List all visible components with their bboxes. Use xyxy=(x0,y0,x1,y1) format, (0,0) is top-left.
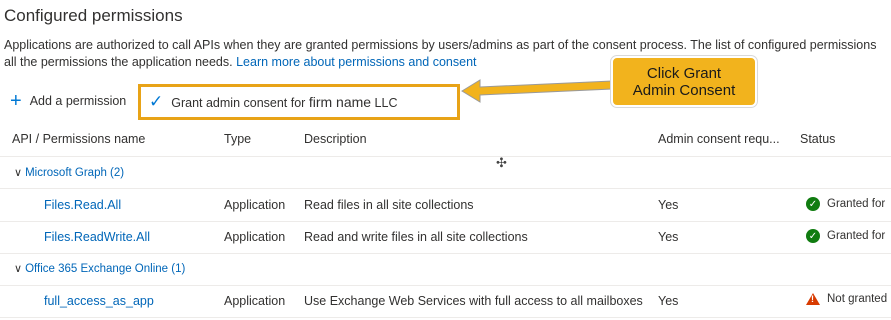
add-permission-label: Add a permission xyxy=(29,94,127,108)
permission-link[interactable]: Files.Read.All xyxy=(44,198,121,212)
group-row-microsoft-graph[interactable]: ∨ Microsoft Graph (2) xyxy=(14,166,125,180)
admin-consent-required: Yes xyxy=(658,198,679,212)
annotation-callout: Click Grant Admin Consent xyxy=(610,55,758,108)
status-text: Granted for xyxy=(827,230,886,242)
row-divider xyxy=(0,253,891,254)
row-divider xyxy=(0,285,891,286)
page-title: Configured permissions xyxy=(4,6,183,25)
grant-consent-label: Grant admin consent for firm name LLC xyxy=(171,94,397,110)
status-text: Granted for xyxy=(827,198,886,210)
permission-description: Use Exchange Web Services with full acce… xyxy=(304,294,643,308)
group-row-office-365-exchange[interactable]: ∨ Office 365 Exchange Online (1) xyxy=(14,262,186,276)
warning-icon: ! xyxy=(806,293,820,305)
move-cursor-icon: ✣ xyxy=(496,155,507,170)
permission-type: Application xyxy=(224,230,286,244)
description-line-2: all the permissions the application need… xyxy=(4,55,477,69)
add-permission-button[interactable]: + Add a permission xyxy=(10,90,127,112)
check-circle-icon: ✓ xyxy=(806,197,820,211)
grant-consent-firm: firm name xyxy=(308,94,372,110)
permission-link[interactable]: full_access_as_app xyxy=(44,294,154,308)
callout-line-1: Click Grant xyxy=(646,64,722,82)
row-divider xyxy=(0,317,891,318)
grant-consent-suffix: LLC xyxy=(371,96,398,110)
row-divider xyxy=(0,221,891,222)
plus-icon: + xyxy=(10,90,22,112)
callout-line-2: Admin Consent xyxy=(632,81,736,99)
column-header-status[interactable]: Status xyxy=(800,132,835,146)
grant-admin-consent-button[interactable]: ✓ Grant admin consent for firm name LLC xyxy=(138,84,460,120)
permission-description: Read and write files in all site collect… xyxy=(304,230,528,244)
status-badge: ! Not granted xyxy=(806,293,887,305)
status-text: Not granted xyxy=(827,293,888,305)
status-badge: ✓ Granted for xyxy=(806,229,885,243)
permission-type: Application xyxy=(224,198,286,212)
check-circle-icon: ✓ xyxy=(806,229,820,243)
learn-more-link[interactable]: Learn more about permissions and consent xyxy=(236,55,476,69)
header-divider xyxy=(0,156,891,157)
column-header-admin-consent[interactable]: Admin consent requ... xyxy=(658,132,780,146)
group-name: Office 365 Exchange Online (1) xyxy=(25,262,186,275)
column-header-type[interactable]: Type xyxy=(224,132,251,146)
chevron-down-icon: ∨ xyxy=(14,263,23,275)
group-name: Microsoft Graph (2) xyxy=(25,166,125,179)
checkmark-icon: ✓ xyxy=(149,92,164,111)
admin-consent-required: Yes xyxy=(658,294,679,308)
description-line-1: Applications are authorized to call APIs… xyxy=(4,38,877,52)
annotation-arrow xyxy=(461,79,613,103)
permission-link[interactable]: Files.ReadWrite.All xyxy=(44,230,150,244)
description-line-2-text: all the permissions the application need… xyxy=(4,55,237,69)
grant-consent-prefix: Grant admin consent for xyxy=(171,96,309,110)
permission-type: Application xyxy=(224,294,286,308)
admin-consent-required: Yes xyxy=(658,230,679,244)
column-header-api[interactable]: API / Permissions name xyxy=(12,132,145,146)
row-divider xyxy=(0,188,891,189)
status-badge: ✓ Granted for xyxy=(806,197,885,211)
permission-description: Read files in all site collections xyxy=(304,198,474,212)
chevron-down-icon: ∨ xyxy=(14,167,23,179)
column-header-description[interactable]: Description xyxy=(304,132,367,146)
